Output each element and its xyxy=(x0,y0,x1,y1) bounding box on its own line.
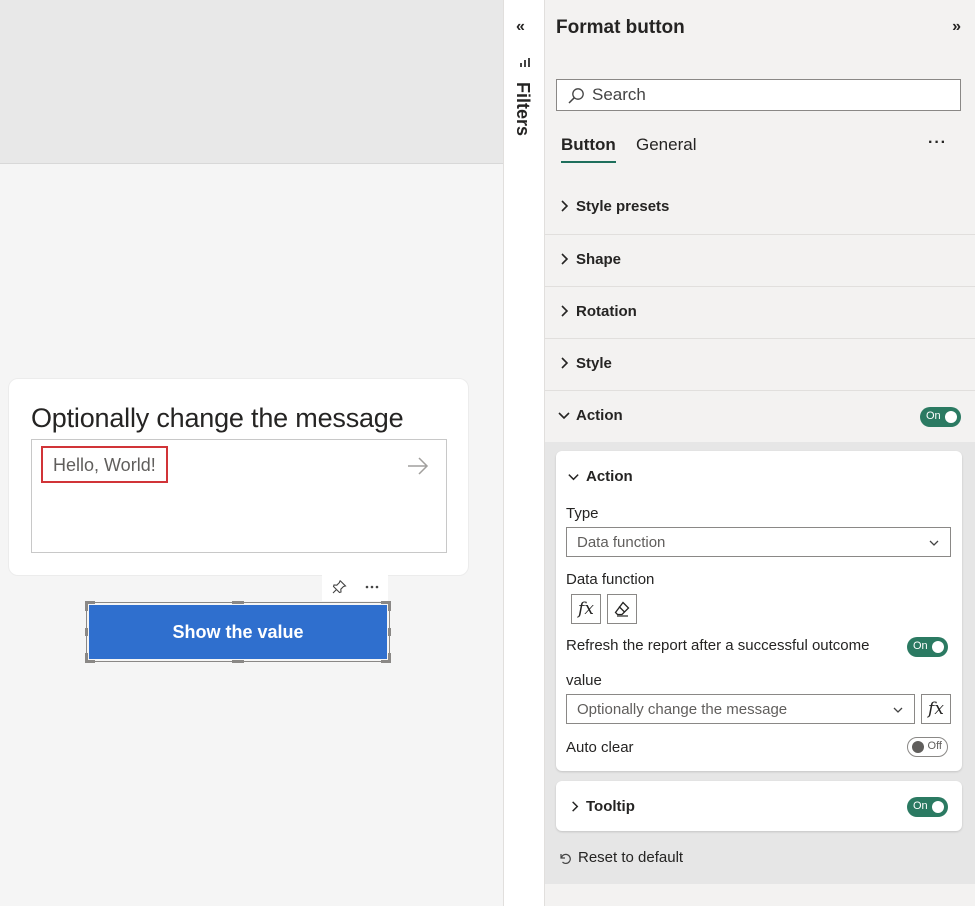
value-dropdown[interactable]: Optionally change the message xyxy=(566,694,915,724)
chevron-right-icon xyxy=(561,253,569,265)
resize-handle[interactable] xyxy=(232,660,244,663)
card-title: Optionally change the message xyxy=(31,403,404,433)
section-label: Action xyxy=(576,407,623,424)
toggle-knob xyxy=(932,641,944,653)
section-style-presets[interactable]: Style presets xyxy=(545,182,975,234)
tooltip-toggle[interactable]: On xyxy=(907,797,948,817)
section-shape[interactable]: Shape xyxy=(545,234,975,286)
type-dropdown-value: Data function xyxy=(577,534,666,551)
toggle-text: Off xyxy=(927,740,942,752)
eraser-button[interactable] xyxy=(607,594,637,624)
toggle-text: On xyxy=(913,800,928,812)
chevron-right-icon xyxy=(561,305,569,317)
toggle-knob xyxy=(932,801,944,813)
value-dropdown-value: Optionally change the message xyxy=(577,701,788,718)
tab-button[interactable]: Button xyxy=(561,135,616,163)
action-card: Action Type Data function Data function … xyxy=(556,451,962,771)
tooltip-section[interactable]: Tooltip On xyxy=(556,781,962,831)
filters-pane-collapsed: « Filters xyxy=(503,0,545,906)
chevron-right-icon xyxy=(561,357,569,369)
chevron-down-icon[interactable] xyxy=(567,470,580,483)
expand-pane-icon[interactable]: » xyxy=(952,18,961,36)
visual-header xyxy=(322,573,388,601)
reset-to-default-button[interactable]: Reset to default xyxy=(558,849,683,866)
collapse-panes-icon[interactable]: « xyxy=(516,18,525,36)
fx-icon: fx xyxy=(578,599,594,619)
input-value-highlighted[interactable]: Hello, World! xyxy=(41,446,168,483)
resize-handle[interactable] xyxy=(85,653,88,663)
chevron-down-icon xyxy=(558,412,570,420)
pin-icon[interactable] xyxy=(327,575,351,599)
show-the-value-button[interactable]: Show the value xyxy=(89,605,387,659)
search-icon xyxy=(567,87,585,110)
arrow-right-icon[interactable] xyxy=(406,454,430,478)
fx-button[interactable]: fx xyxy=(571,594,601,624)
toggle-text: On xyxy=(926,410,941,422)
resize-handle[interactable] xyxy=(388,628,391,636)
section-rotation[interactable]: Rotation xyxy=(545,286,975,338)
more-options-icon[interactable] xyxy=(360,575,384,599)
type-label: Type xyxy=(566,505,599,522)
search-box[interactable] xyxy=(556,79,961,111)
section-label: Style presets xyxy=(576,198,670,215)
section-label: Rotation xyxy=(576,303,637,320)
chevron-down-icon xyxy=(893,707,903,713)
resize-handle[interactable] xyxy=(85,601,88,611)
search-input[interactable] xyxy=(592,80,952,110)
refresh-label: Refresh the report after a successful ou… xyxy=(566,637,870,654)
section-action[interactable]: Action On xyxy=(545,390,975,442)
tooltip-label: Tooltip xyxy=(586,798,635,815)
message-input[interactable]: Hello, World! xyxy=(31,439,447,553)
text-slicer-card: Optionally change the message Hello, Wor… xyxy=(8,378,469,576)
button-visual-selected: Show the value xyxy=(85,601,391,663)
auto-clear-toggle[interactable]: Off xyxy=(907,737,948,757)
filter-bars-icon xyxy=(519,56,531,74)
resize-handle[interactable] xyxy=(85,628,88,636)
action-toggle[interactable]: On xyxy=(920,407,961,427)
chevron-down-icon xyxy=(929,540,939,546)
chevron-right-icon xyxy=(561,200,569,212)
report-canvas: Optionally change the message Hello, Wor… xyxy=(0,0,503,906)
toggle-knob xyxy=(945,411,957,423)
filters-label[interactable]: Filters xyxy=(512,82,533,136)
format-pane: Format button » Button General ··· Style… xyxy=(545,0,975,906)
section-style[interactable]: Style xyxy=(545,338,975,390)
type-dropdown[interactable]: Data function xyxy=(566,527,951,557)
refresh-toggle[interactable]: On xyxy=(907,637,948,657)
toggle-knob xyxy=(912,741,924,753)
pane-title: Format button xyxy=(556,17,685,38)
undo-icon xyxy=(560,853,571,864)
auto-clear-label: Auto clear xyxy=(566,739,634,756)
section-label: Shape xyxy=(576,251,622,268)
value-label: value xyxy=(566,672,602,689)
data-function-label: Data function xyxy=(566,571,655,588)
action-card-title: Action xyxy=(586,468,633,485)
canvas-header-area xyxy=(0,0,503,164)
chevron-right-icon xyxy=(572,801,579,812)
resize-handle[interactable] xyxy=(388,601,391,611)
toggle-text: On xyxy=(913,640,928,652)
value-fx-button[interactable]: fx xyxy=(921,694,951,724)
resize-handle[interactable] xyxy=(232,601,244,604)
eraser-icon xyxy=(614,601,630,617)
reset-label: Reset to default xyxy=(578,849,684,866)
section-label: Style xyxy=(576,355,612,372)
more-options-button[interactable]: ··· xyxy=(928,134,947,152)
tab-general[interactable]: General xyxy=(636,135,696,155)
resize-handle[interactable] xyxy=(388,653,391,663)
fx-icon: fx xyxy=(928,699,944,719)
